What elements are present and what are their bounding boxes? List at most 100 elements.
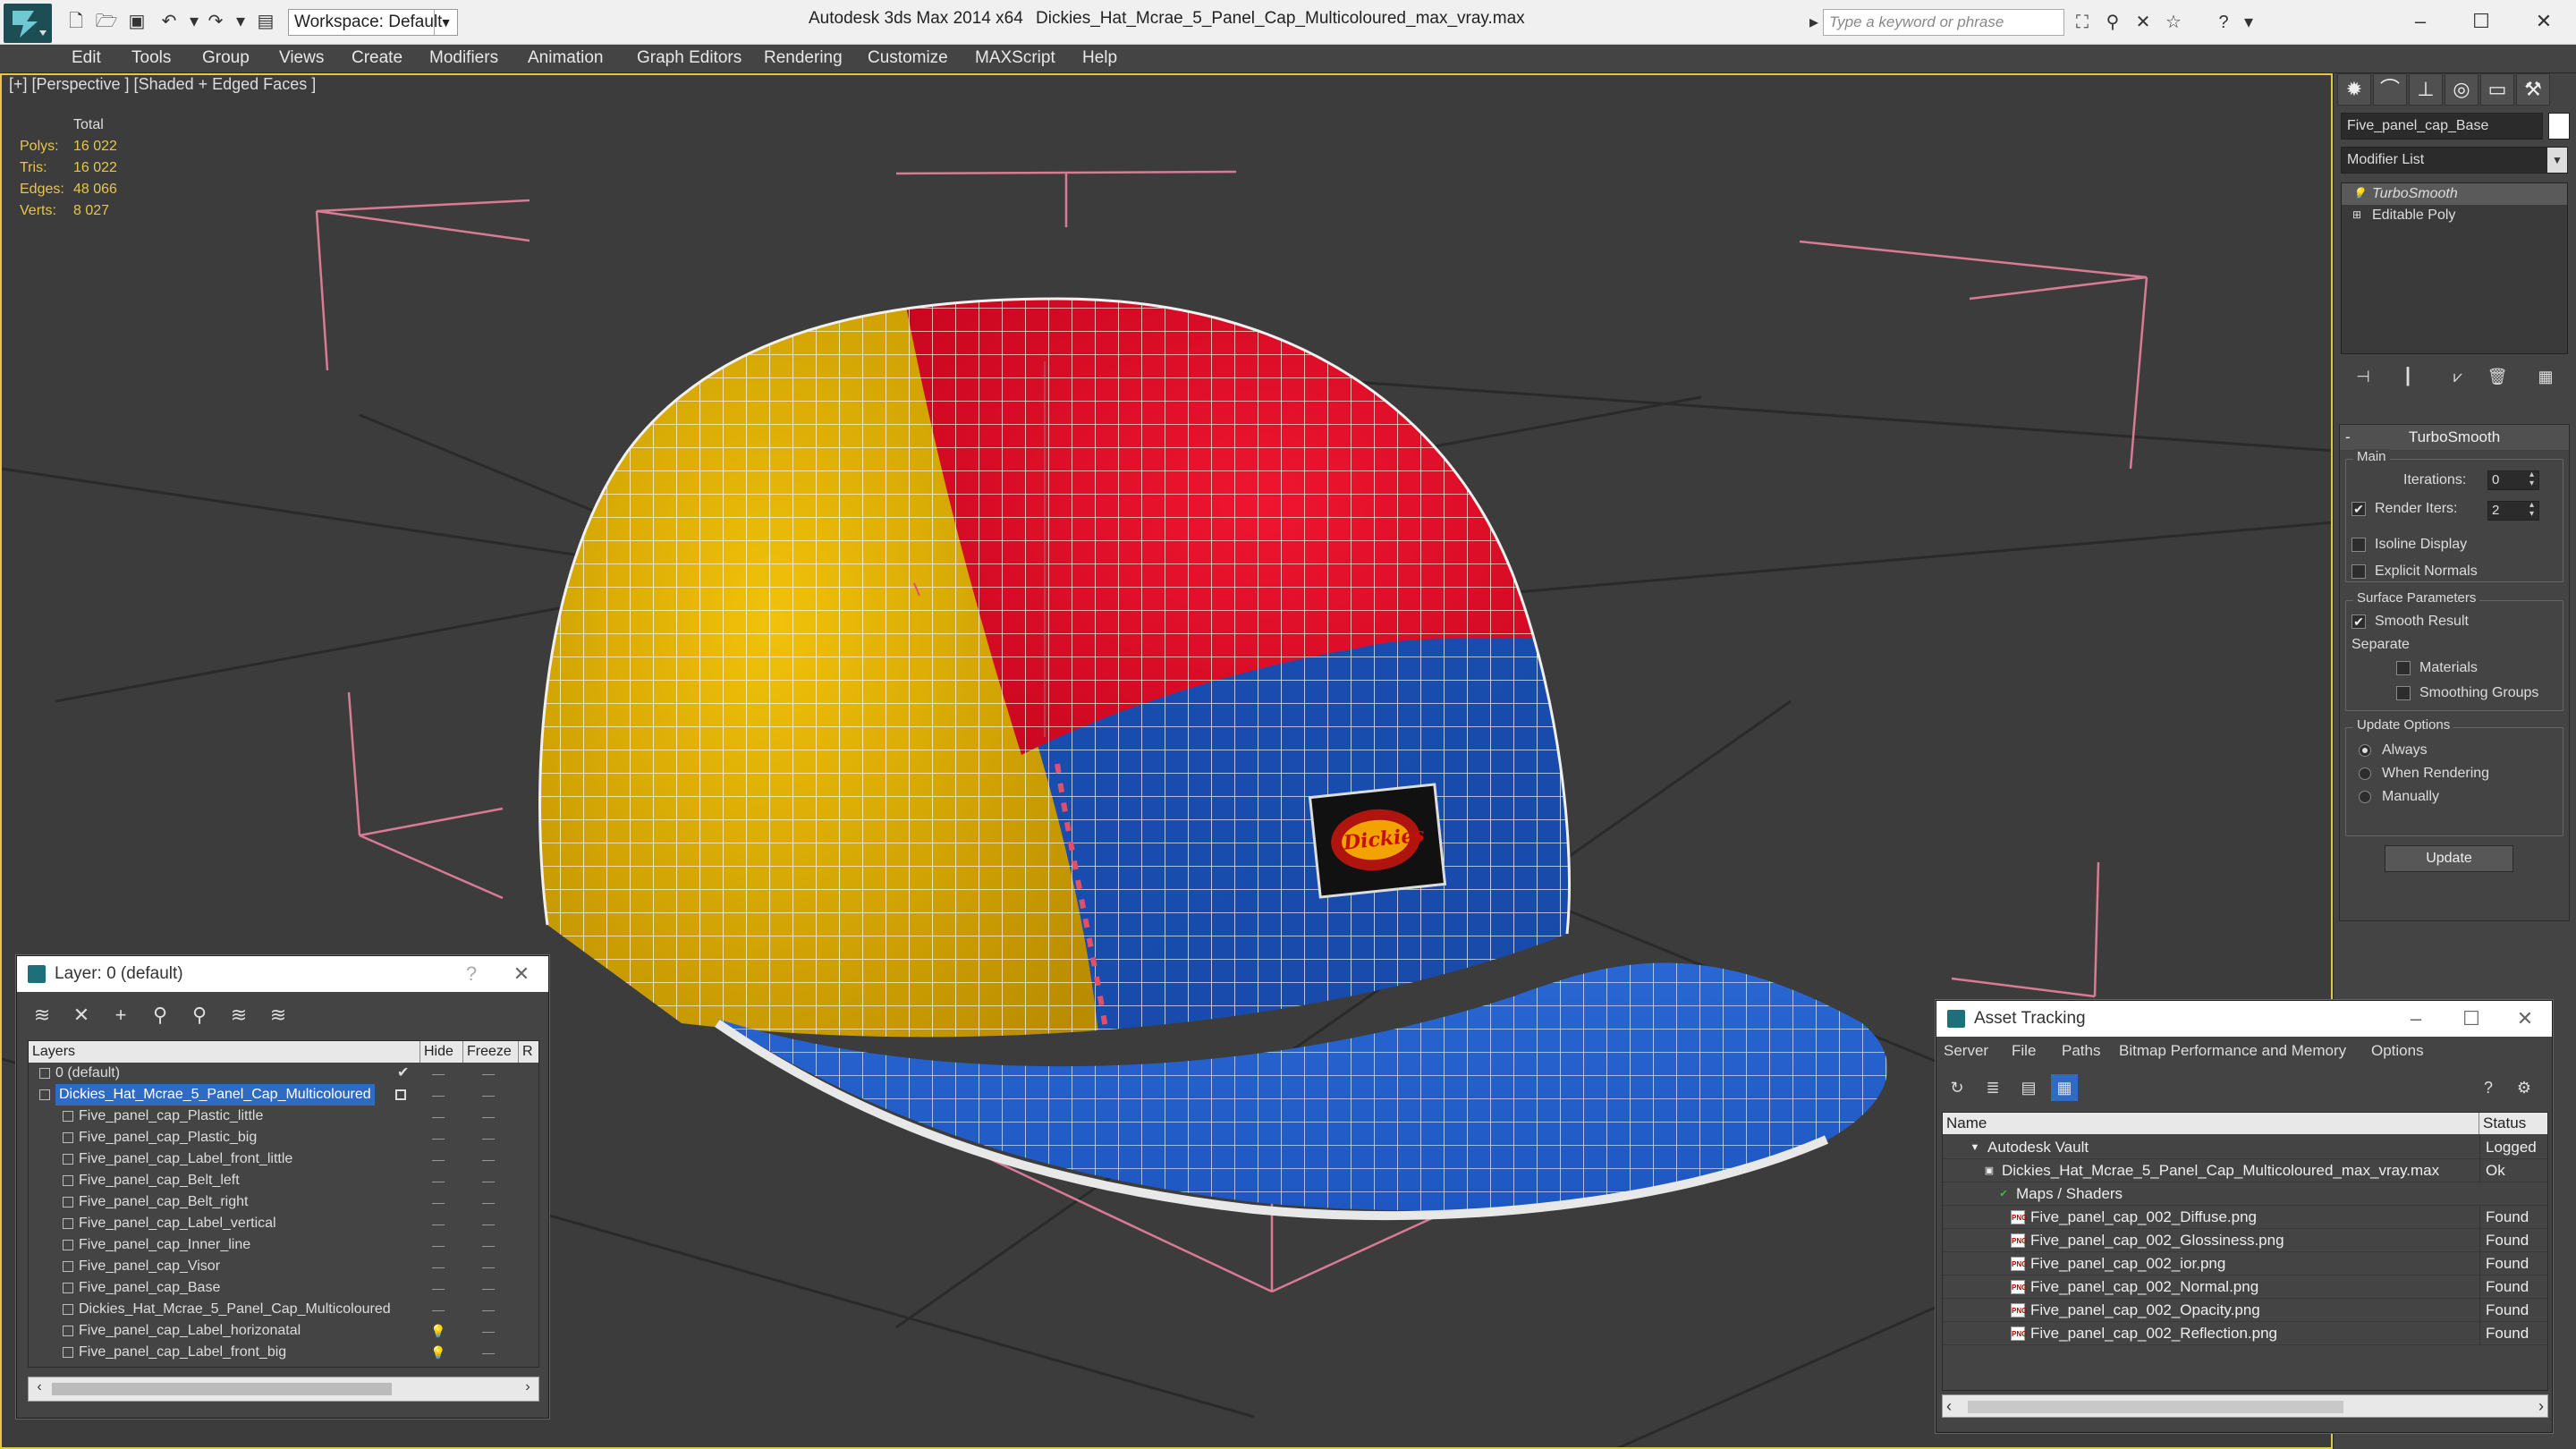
select-layer-icon[interactable]: ⚲ xyxy=(185,1001,214,1030)
asset-row[interactable]: ▣ Dickies_Hat_Mcrae_5_Panel_Cap_Multicolo… xyxy=(1943,1159,2547,1182)
col-status[interactable]: Status xyxy=(2479,1113,2547,1134)
hide-toggle[interactable]: — xyxy=(428,1234,449,1256)
asset-row[interactable]: PNG Five_panel_cap_002_Glossiness.png Foun… xyxy=(1943,1229,2547,1252)
hide-toggle[interactable]: — xyxy=(428,1106,449,1127)
smoothing-groups-checkbox[interactable]: Smoothing Groups xyxy=(2396,685,2538,701)
viewport-label[interactable]: [+] [Perspective ] [Shaded + Edged Faces… xyxy=(9,75,316,94)
layer-row[interactable]: Five_panel_cap_Inner_line — — xyxy=(29,1234,538,1256)
freeze-toggle[interactable]: — xyxy=(478,1256,499,1277)
isoline-display-checkbox[interactable]: Isoline Display xyxy=(2351,537,2467,553)
layer-name[interactable]: 0 (default) xyxy=(55,1063,120,1084)
layer-row[interactable]: Five_panel_cap_Belt_right — — xyxy=(29,1191,538,1213)
layer-color-swatch[interactable] xyxy=(395,1089,406,1100)
menu-options[interactable]: Options xyxy=(2371,1042,2424,1060)
asset-row[interactable]: PNG Five_panel_cap_002_ior.png Found xyxy=(1943,1252,2547,1275)
help-button[interactable]: ? xyxy=(453,956,489,992)
menu-file[interactable]: File xyxy=(2012,1042,2036,1060)
minimize-button[interactable]: – xyxy=(2398,1001,2434,1037)
create-layer-icon[interactable]: + xyxy=(106,1001,135,1030)
open-file-icon[interactable]: 🗁 xyxy=(95,10,118,33)
project-folder-icon[interactable]: ▤ xyxy=(254,10,277,33)
layer-row[interactable]: 0 (default) ✔ — — xyxy=(29,1063,538,1084)
asset-row[interactable]: ▼ Autodesk Vault Logged xyxy=(1943,1136,2547,1159)
display-tab-icon[interactable]: ▭ xyxy=(2480,73,2514,106)
layer-row[interactable]: Five_panel_cap_Plastic_little — — xyxy=(29,1106,538,1127)
layer-name[interactable]: Five_panel_cap_Plastic_little xyxy=(79,1106,263,1127)
delete-layer-icon[interactable]: ✕ xyxy=(67,1001,96,1030)
menu-graph-editors[interactable]: Graph Editors xyxy=(637,48,741,68)
refresh-icon[interactable]: ↻ xyxy=(1944,1074,1970,1101)
help-icon[interactable]: ? xyxy=(2211,11,2236,34)
freeze-toggle[interactable]: — xyxy=(478,1170,499,1191)
layer-name[interactable]: Five_panel_cap_Belt_left xyxy=(79,1170,240,1191)
col-render[interactable]: R xyxy=(519,1041,538,1063)
asset-horizontal-scrollbar[interactable]: ‹ › xyxy=(1942,1394,2548,1418)
layer-name[interactable]: Five_panel_cap_Label_vertical xyxy=(79,1213,276,1234)
freeze-toggle[interactable]: — xyxy=(478,1191,499,1213)
close-button[interactable]: ✕ xyxy=(504,956,539,992)
detail-view-icon[interactable]: ▤ xyxy=(2015,1074,2042,1101)
menu-group[interactable]: Group xyxy=(202,48,250,68)
lightbulb-icon[interactable]: 💡 xyxy=(428,1320,449,1342)
lightbulb-icon[interactable]: 💡 xyxy=(2352,187,2366,199)
asset-window-titlebar[interactable]: Asset Tracking – ☐ ✕ xyxy=(1936,1001,2552,1037)
always-radio[interactable]: Always xyxy=(2359,742,2428,758)
workspace-dropdown[interactable]: Workspace: Default ▼ xyxy=(288,9,458,36)
menu-views[interactable]: Views xyxy=(279,48,324,68)
menu-customize[interactable]: Customize xyxy=(868,48,948,68)
menu-maxscript[interactable]: MAXScript xyxy=(975,48,1055,68)
menu-tools[interactable]: Tools xyxy=(131,48,171,68)
favorites-star-icon[interactable]: ☆ xyxy=(2161,11,2186,34)
configure-modifier-sets-icon[interactable]: ▦ xyxy=(2532,363,2559,390)
menu-animation[interactable]: Animation xyxy=(528,48,604,68)
freeze-toggle[interactable]: — xyxy=(478,1127,499,1148)
hide-toggle[interactable]: — xyxy=(428,1256,449,1277)
maximize-button[interactable]: ☐ xyxy=(2454,5,2508,38)
app-logo-icon[interactable] xyxy=(4,4,52,43)
layer-name[interactable]: Five_panel_cap_Label_front_little xyxy=(79,1148,292,1170)
smooth-result-checkbox[interactable]: ✔ Smooth Result xyxy=(2351,614,2469,630)
asset-row[interactable]: ✔ Maps / Shaders xyxy=(1943,1182,2547,1206)
render-iters-checkbox[interactable]: ✔ Render Iters: xyxy=(2351,501,2457,517)
scroll-right-icon[interactable]: › xyxy=(2538,1397,2544,1416)
layer-row[interactable]: Five_panel_cap_Base — — xyxy=(29,1277,538,1299)
col-freeze[interactable]: Freeze xyxy=(463,1041,519,1063)
modify-tab-icon[interactable]: ⌒ xyxy=(2373,73,2407,106)
layer-row[interactable]: Dickies_Hat_Mcrae_5_Panel_Cap_Multicolou… xyxy=(29,1299,538,1320)
menu-paths[interactable]: Paths xyxy=(2062,1042,2100,1060)
render-iters-spinner[interactable]: 2 xyxy=(2487,501,2539,521)
stack-item-turbosmooth[interactable]: 💡 TurboSmooth xyxy=(2342,183,2567,205)
highlight-layer-icon[interactable]: ≋ xyxy=(225,1001,253,1030)
hide-toggle[interactable]: — xyxy=(428,1191,449,1213)
freeze-toggle[interactable]: — xyxy=(478,1277,499,1299)
asset-row[interactable]: PNG Five_panel_cap_002_Reflection.png Foun… xyxy=(1943,1322,2547,1345)
asset-row[interactable]: PNG Five_panel_cap_002_Diffuse.png Found xyxy=(1943,1206,2547,1229)
object-color-swatch[interactable] xyxy=(2548,113,2570,140)
layer-name[interactable]: Five_panel_cap_Base xyxy=(79,1277,220,1299)
layers-icon[interactable]: ≋ xyxy=(28,1001,56,1030)
freeze-toggle[interactable]: — xyxy=(478,1148,499,1170)
asset-row[interactable]: PNG Five_panel_cap_002_Opacity.png Found xyxy=(1943,1299,2547,1322)
options-icon[interactable]: ⚙ xyxy=(2511,1074,2538,1101)
freeze-toggle[interactable]: — xyxy=(478,1213,499,1234)
explicit-normals-checkbox[interactable]: Explicit Normals xyxy=(2351,564,2478,580)
scroll-left-icon[interactable]: ‹ xyxy=(1946,1397,1952,1416)
subscription-icon[interactable]: ⚲ xyxy=(2100,11,2125,34)
menu-rendering[interactable]: Rendering xyxy=(764,48,843,68)
layer-row[interactable]: Five_panel_cap_Plastic_big — — xyxy=(29,1127,538,1148)
freeze-toggle[interactable]: — xyxy=(478,1063,499,1084)
stack-item-editable-poly[interactable]: ⊞ Editable Poly xyxy=(2342,205,2567,226)
freeze-toggle[interactable]: — xyxy=(478,1106,499,1127)
undo-dropdown-icon[interactable]: ▾ xyxy=(182,10,206,33)
hide-toggle[interactable]: — xyxy=(428,1213,449,1234)
layer-settings-icon[interactable]: ≋ xyxy=(264,1001,292,1030)
object-name-field[interactable]: Five_panel_cap_Base xyxy=(2341,113,2543,140)
layer-row[interactable]: Five_panel_cap_Label_front_little — — xyxy=(29,1148,538,1170)
scroll-left-icon[interactable]: ‹ xyxy=(30,1379,48,1395)
redo-dropdown-icon[interactable]: ▾ xyxy=(229,10,252,33)
select-objects-icon[interactable]: ⚲ xyxy=(146,1001,174,1030)
manually-radio[interactable]: Manually xyxy=(2359,789,2439,805)
when-rendering-radio[interactable]: When Rendering xyxy=(2359,766,2489,782)
table-view-icon[interactable]: ▦ xyxy=(2051,1074,2078,1101)
freeze-toggle[interactable]: — xyxy=(478,1299,499,1320)
